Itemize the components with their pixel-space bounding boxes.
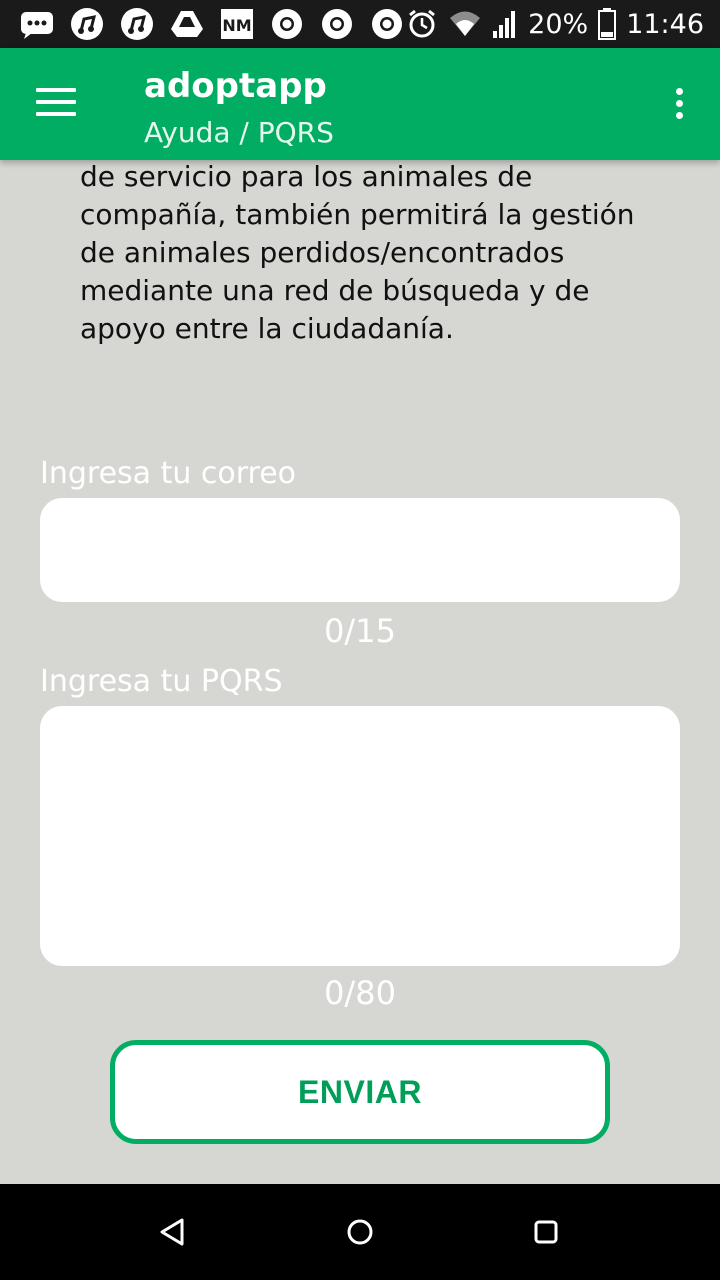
pqrs-char-counter: 0/80 bbox=[324, 974, 396, 1012]
home-icon[interactable] bbox=[338, 1210, 382, 1254]
overflow-menu-icon[interactable] bbox=[674, 88, 684, 122]
nm-icon: NM bbox=[220, 8, 254, 40]
music-icon bbox=[70, 7, 104, 41]
wifi-icon bbox=[448, 8, 482, 40]
chrome-icon bbox=[370, 7, 404, 41]
app-bar: adoptapp Ayuda / PQRS bbox=[0, 48, 720, 160]
clock: 11:46 bbox=[626, 8, 704, 40]
notification-icons: NM bbox=[20, 7, 404, 41]
system-icons: 20% 11:46 bbox=[406, 8, 704, 40]
help-description: y ser voluntario en las jornadas de serv… bbox=[80, 160, 635, 345]
music-icon bbox=[120, 7, 154, 41]
drive-icon bbox=[170, 9, 204, 39]
email-label: Ingresa tu correo bbox=[40, 456, 297, 491]
email-field[interactable] bbox=[40, 498, 680, 602]
menu-icon[interactable] bbox=[36, 88, 76, 120]
navigation-bar bbox=[0, 1184, 720, 1280]
email-char-counter: 0/15 bbox=[324, 612, 396, 650]
battery-percent: 20% bbox=[528, 8, 589, 40]
pqrs-label: Ingresa tu PQRS bbox=[40, 664, 283, 699]
page-subtitle: Ayuda / PQRS bbox=[144, 116, 334, 149]
app-title: adoptapp bbox=[144, 66, 327, 106]
battery-icon bbox=[598, 8, 617, 40]
status-bar: NM 20% 11:46 bbox=[0, 0, 720, 48]
back-icon[interactable] bbox=[150, 1210, 194, 1254]
chrome-icon bbox=[270, 7, 304, 41]
send-button[interactable]: ENVIAR bbox=[110, 1040, 610, 1144]
svg-text:NM: NM bbox=[222, 16, 251, 35]
chrome-icon bbox=[320, 7, 354, 41]
main-content: y ser voluntario en las jornadas de serv… bbox=[0, 160, 720, 1184]
alarm-icon bbox=[406, 8, 438, 40]
recents-icon[interactable] bbox=[524, 1210, 568, 1254]
message-icon bbox=[20, 9, 54, 39]
signal-icon bbox=[492, 9, 518, 39]
pqrs-field[interactable] bbox=[40, 706, 680, 966]
